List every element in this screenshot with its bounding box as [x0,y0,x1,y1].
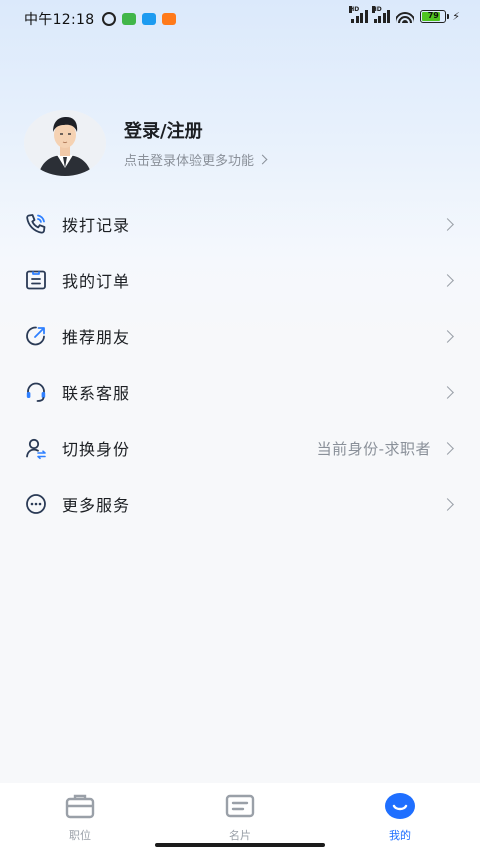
chevron-right-icon [441,497,454,511]
chevron-right-icon [441,385,454,399]
menu-label: 推荐朋友 [62,328,131,347]
status-bar: 中午12:18 HD HD 79 ⚡ [0,0,480,36]
phone-call-icon [24,212,48,236]
briefcase-icon [65,793,95,823]
chevron-right-icon [441,217,454,231]
menu-item-more-services[interactable]: 更多服务 [0,476,480,532]
green-app-icon [122,13,137,25]
blue-app-icon [142,13,157,25]
card-icon [225,793,255,823]
bottom-tab-bar: 职位 名片 我的 [0,783,480,853]
signal-icon: HD [349,6,368,23]
current-identity-value: 当前身份-求职者 [316,439,431,458]
menu-item-call-records[interactable]: 拨打记录 [0,196,480,252]
wifi-icon [396,9,415,23]
status-time: 中午12:18 [24,12,95,28]
more-icon [24,492,48,516]
menu-label: 拨打记录 [62,216,131,235]
battery-icon: 79 [420,9,450,23]
smile-icon [385,793,415,823]
chevron-right-icon [257,154,268,165]
signal-icon-2: HD [371,6,391,23]
battery-level: 79 [427,10,439,20]
chevron-right-icon [441,329,454,343]
menu-label: 更多服务 [62,496,131,515]
menu-item-my-orders[interactable]: 我的订单 [0,252,480,308]
chevron-right-icon [441,273,454,287]
tab-label: 名片 [229,829,251,842]
chevron-right-icon [441,441,454,455]
menu-label: 我的订单 [62,272,131,291]
menu-item-contact-service[interactable]: 联系客服 [0,364,480,420]
switch-user-icon [24,436,48,460]
mi-app-icon [162,13,177,25]
avatar[interactable] [24,110,106,176]
tab-label: 我的 [389,829,411,842]
menu-label: 联系客服 [62,384,131,403]
tab-label: 职位 [69,829,91,842]
menu-list: 拨打记录 我的订单 推荐朋友 联系客服 切换身份 当前身份-求职者 更多服务 [0,196,480,532]
menu-label: 切换身份 [62,440,131,459]
charging-icon: ⚡ [452,9,460,23]
order-icon [24,268,48,292]
home-indicator[interactable] [155,843,325,847]
tab-mine[interactable]: 我的 [360,793,440,843]
share-icon [24,324,48,348]
headset-icon [24,380,48,404]
profile-header[interactable]: 登录/注册 点击登录体验更多功能 [24,110,268,176]
login-register-title[interactable]: 登录/注册 [124,117,266,143]
menu-item-recommend-friends[interactable]: 推荐朋友 [0,308,480,364]
login-subtitle-text: 点击登录体验更多功能 [124,154,255,169]
login-subtitle[interactable]: 点击登录体验更多功能 [124,150,268,169]
tab-jobs[interactable]: 职位 [40,793,120,843]
tab-card[interactable]: 名片 [200,793,280,843]
alarm-icon [102,12,117,26]
menu-item-switch-identity[interactable]: 切换身份 当前身份-求职者 [0,420,480,476]
